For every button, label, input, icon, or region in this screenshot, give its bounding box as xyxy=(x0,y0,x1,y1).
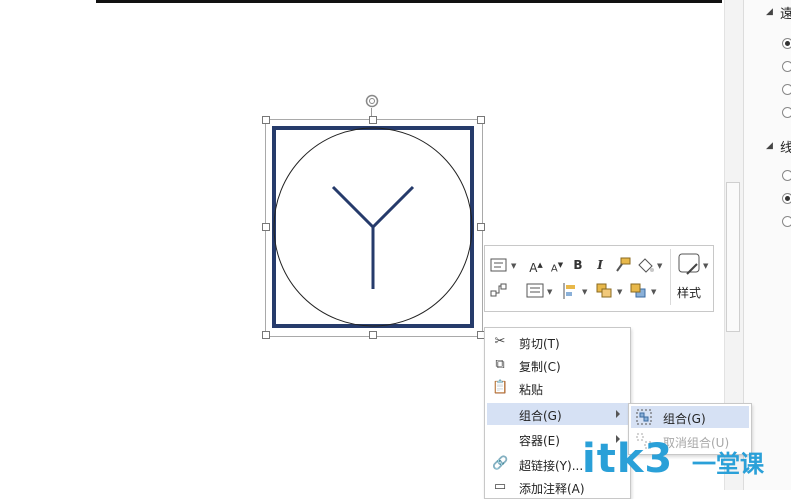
panel-radio[interactable] xyxy=(782,61,791,72)
panel-radio[interactable] xyxy=(782,84,791,95)
dropdown-arrow-icon[interactable]: ▼ xyxy=(657,262,662,270)
align-objects-icon[interactable] xyxy=(561,282,579,300)
page-top-border xyxy=(96,0,722,3)
connector-icon[interactable] xyxy=(490,282,508,298)
submenu-item-group[interactable]: 组合(G) xyxy=(631,406,749,428)
style-label[interactable]: 样式 xyxy=(677,284,701,301)
align-text-icon[interactable] xyxy=(526,283,544,299)
watermark-cn-text: 一堂课 xyxy=(692,450,764,478)
hyperlink-icon: 🔗 xyxy=(492,456,509,471)
dropdown-arrow-icon[interactable]: ▼ xyxy=(617,288,622,296)
resize-handle-tl[interactable] xyxy=(262,116,270,124)
menu-item-paste[interactable]: 📋 粘贴 xyxy=(487,377,628,399)
paste-icon: 📋 xyxy=(492,380,509,395)
rotate-icon[interactable] xyxy=(364,93,380,109)
dropdown-arrow-icon[interactable]: ▼ xyxy=(651,288,656,296)
menu-item-copy[interactable]: ⧉ 复制(C) xyxy=(487,354,628,376)
watermark-text: itk3 xyxy=(582,436,674,482)
comment-icon: ▭ xyxy=(493,479,507,494)
resize-handle-tm[interactable] xyxy=(369,116,377,124)
collapse-triangle-icon[interactable]: ◢ xyxy=(766,7,773,17)
resize-handle-bm[interactable] xyxy=(369,331,377,339)
send-backward-icon[interactable] xyxy=(629,282,649,300)
shape-fill-icon[interactable] xyxy=(636,256,656,274)
dropdown-arrow-icon[interactable]: ▼ xyxy=(582,288,587,296)
toolbar-separator xyxy=(670,249,671,305)
resize-handle-mr[interactable] xyxy=(477,223,485,231)
panel-section-heading: 遠 xyxy=(780,7,791,22)
scissors-icon: ✂ xyxy=(494,334,506,349)
shrink-font-button[interactable]: A▼ xyxy=(548,256,566,274)
dropdown-arrow-icon[interactable]: ▼ xyxy=(547,288,552,296)
scrollbar-thumb[interactable] xyxy=(726,182,740,332)
italic-button[interactable]: I xyxy=(591,256,609,274)
dropdown-arrow-icon[interactable]: ▼ xyxy=(703,262,708,270)
panel-radio[interactable] xyxy=(782,170,791,181)
site-watermark: itk3 一堂课 xyxy=(582,436,782,490)
panel-radio[interactable] xyxy=(782,107,791,118)
bring-forward-icon[interactable] xyxy=(595,282,615,300)
dropdown-arrow-icon[interactable]: ▼ xyxy=(511,262,516,270)
collapse-triangle-icon[interactable]: ◢ xyxy=(766,141,773,151)
copy-icon: ⧉ xyxy=(495,357,505,372)
submenu-arrow-icon xyxy=(616,410,620,418)
panel-radio[interactable] xyxy=(782,38,791,49)
format-painter-icon[interactable] xyxy=(614,256,632,274)
resize-handle-bl[interactable] xyxy=(262,331,270,339)
panel-section-heading: 线 xyxy=(780,141,791,156)
shape-style-icon[interactable] xyxy=(677,252,703,278)
menu-item-group[interactable]: 组合(G) xyxy=(487,403,628,425)
panel-radio[interactable] xyxy=(782,193,791,204)
menu-item-cut[interactable]: ✂ 剪切(T) xyxy=(487,331,628,353)
grow-font-button[interactable]: A▲ xyxy=(527,256,545,275)
group-icon xyxy=(636,409,652,425)
resize-handle-tr[interactable] xyxy=(477,116,485,124)
bold-button[interactable]: B xyxy=(569,256,587,274)
selection-frame xyxy=(265,119,483,337)
resize-handle-ml[interactable] xyxy=(262,223,270,231)
panel-radio[interactable] xyxy=(782,216,791,227)
text-box-icon[interactable] xyxy=(490,257,508,273)
